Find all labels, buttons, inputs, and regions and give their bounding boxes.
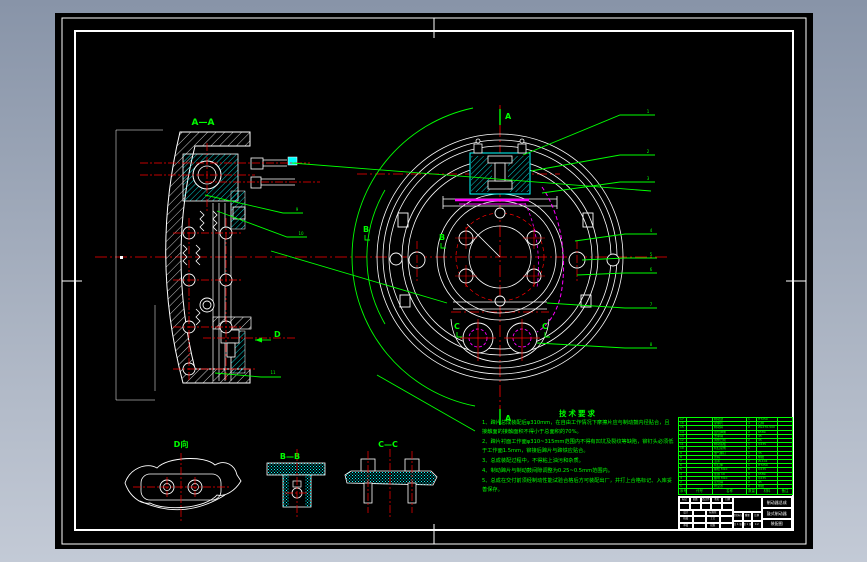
drawing-sheet: 1 2 3 4 5 6 7 8 9 10 11 A—A A A B B C C … — [55, 13, 813, 549]
view-d: D向 — [124, 439, 242, 521]
weight-label: 重量 — [742, 512, 753, 521]
title-block-cell: 审核 — [679, 522, 693, 530]
mark-c-left: C — [454, 322, 460, 331]
tech-requirement-item: 3、总成装配过程中，不得粘上油污和杂质。 — [482, 458, 584, 464]
tech-requirement-item: 2、蹄片衬面工作面φ310~315mm范围内不得有凹坑及裂纹等缺陷，铆钉头必须低… — [482, 439, 674, 454]
wheel-envelope-arcs — [270, 107, 652, 432]
leader-lines — [204, 114, 657, 378]
title-block-middle: 阶段标记 重量 比例 共 1 张 第 1 张 1:2 — [733, 497, 762, 529]
balloon: 4 — [650, 228, 653, 233]
sheet-total: 共 1 张 — [733, 520, 743, 529]
title-block-cell — [692, 522, 707, 530]
balloon: 5 — [650, 252, 653, 257]
drawing-code: 鼓式制动器 — [761, 508, 792, 520]
mark-c-right: C — [542, 322, 548, 331]
title-block: 标记 处数 更改文件号 签名 日期 设计 标准化 校核 工艺 审核 批准 阶段标记 重量 比例 共 … — [678, 496, 793, 530]
balloon: 9 — [296, 207, 299, 212]
scale-label: 比例 — [752, 512, 762, 521]
stage-label: 阶段标记 — [733, 512, 743, 521]
section-aa-label: A—A — [192, 118, 215, 128]
bom-header-cell: 材料 — [756, 488, 778, 496]
mark-d: D — [274, 330, 281, 339]
bom-header-cell: 代号 — [686, 488, 713, 496]
balloon: 8 — [650, 342, 653, 347]
drawing-name: 制动器总成 — [761, 497, 792, 509]
title-block-name-area: 制动器总成 鼓式制动器 装配图 — [761, 497, 792, 529]
bom-header-cell: 名称 — [712, 488, 747, 496]
title-block-cell: 批准 — [706, 522, 720, 530]
dimension-arrow — [120, 256, 123, 259]
bom-header-row: 序号 代号 名称 数量 材料 备注 — [678, 488, 793, 496]
balloon: 1 — [647, 109, 650, 114]
section-cc-view: C—C — [344, 440, 438, 517]
balloon: 3 — [647, 176, 650, 181]
sheet-no: 第 1 张 — [742, 520, 753, 529]
main-view — [270, 107, 652, 432]
tech-requirement-item: 1、蹄片总成装配后φ310mm，在自由工作情况下摩擦片应与制动鼓内径贴合，且接触… — [482, 420, 670, 435]
title-block-signature-grid: 标记 处数 更改文件号 签名 日期 设计 标准化 校核 工艺 审核 批准 — [679, 497, 734, 530]
tech-requirements-title: 技术要求 — [559, 409, 597, 418]
balloon: 11 — [270, 370, 276, 375]
mark-b-right: B — [439, 233, 445, 242]
section-cc-label: C—C — [378, 440, 398, 449]
bleeder-part — [287, 156, 298, 166]
title-block-stage-area — [733, 497, 762, 513]
mark-a-top: A — [505, 112, 512, 121]
section-aa-view — [115, 129, 320, 401]
balloon: 6 — [650, 267, 653, 272]
bom-cell: ZG270-500 — [756, 425, 778, 431]
title-block-row: 审核 批准 — [679, 522, 734, 530]
section-bb-view: B—B — [266, 449, 326, 517]
cad-viewer-background: 1 2 3 4 5 6 7 8 9 10 11 A—A A A B B C C … — [0, 0, 867, 562]
balloon: 10 — [298, 231, 304, 236]
title-block-cell — [719, 522, 734, 530]
bom-header-cell: 数量 — [746, 488, 757, 496]
view-d-label: D向 — [174, 439, 189, 449]
drawing-org: 装配图 — [761, 519, 792, 529]
bom-header-cell: 序号 — [678, 488, 687, 496]
balloon: 2 — [647, 149, 650, 154]
parts-list-table: 17 制动鼓 1 HT250 16 摩擦片 4 石棉 15 制动蹄 2 ZG270-500 14 回位弹簧… — [678, 416, 793, 496]
bom-header-cell: 备注 — [777, 488, 793, 496]
technical-requirements: 技术要求 1、蹄片总成装配后φ310mm，在自由工作情况下摩擦片应与制动鼓内径贴… — [482, 409, 674, 495]
bom-table-body: 17 制动鼓 1 HT250 16 摩擦片 4 石棉 15 制动蹄 2 ZG270-500 14 回位弹簧… — [678, 416, 793, 496]
scale-value: 1:2 — [752, 520, 762, 529]
mark-b-left: B — [363, 225, 369, 234]
tech-requirement-item: 4、制动蹄片与制动鼓间隙调整为0.25~0.5mm范围内。 — [482, 468, 613, 474]
tech-requirement-item: 5、总成在交付前须经制动性能试验合格后方可装配出厂，并打上合格标记、入库妥善保存… — [482, 478, 673, 493]
balloon: 7 — [650, 302, 653, 307]
